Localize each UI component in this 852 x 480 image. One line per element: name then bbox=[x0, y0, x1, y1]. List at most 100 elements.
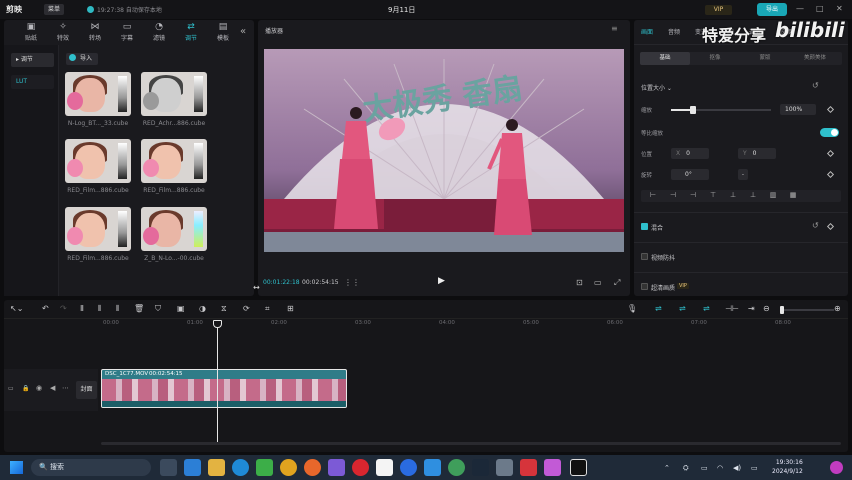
fit-timeline-icon[interactable]: ⇥ bbox=[748, 304, 755, 313]
play-button[interactable]: ▶ bbox=[438, 276, 445, 286]
tab-picture[interactable]: 画面 bbox=[641, 27, 653, 36]
zoom-slider[interactable] bbox=[784, 309, 834, 311]
rotate-icon[interactable]: ⟳ bbox=[243, 304, 250, 313]
microphone-icon[interactable]: 🎙 bbox=[627, 304, 637, 313]
volume-icon[interactable]: ◀) bbox=[733, 464, 741, 472]
export-button[interactable]: 导出 bbox=[757, 3, 787, 16]
align-left-icon[interactable]: ⊢ bbox=[644, 191, 662, 199]
subtab-beauty[interactable]: 美颜美体 bbox=[790, 52, 840, 65]
chrome-icon[interactable] bbox=[280, 459, 297, 476]
battery-icon[interactable]: ▭ bbox=[751, 464, 758, 472]
stabilize-checkbox[interactable] bbox=[641, 253, 648, 260]
player-menu-icon[interactable]: ≡ bbox=[611, 24, 618, 33]
collapse-panel-icon[interactable]: « bbox=[240, 26, 246, 37]
redo-icon[interactable]: ↷ bbox=[60, 304, 67, 313]
ai-fit-icon[interactable]: ⊞ bbox=[287, 304, 294, 313]
maximize-icon[interactable]: □ bbox=[816, 4, 824, 13]
marker-icon[interactable]: ⛉ bbox=[155, 304, 161, 314]
subtab-mask[interactable]: 蒙版 bbox=[740, 52, 790, 65]
crop-icon[interactable]: ⌗ bbox=[265, 304, 270, 314]
close-icon[interactable]: ✕ bbox=[836, 4, 843, 13]
split-icon[interactable]: Ⅱ bbox=[80, 304, 84, 313]
explorer-icon[interactable] bbox=[208, 459, 225, 476]
capcut-icon[interactable] bbox=[570, 459, 587, 476]
tool-adjust[interactable]: ⇄ 调节 bbox=[176, 22, 206, 42]
delete-icon[interactable]: 🗑 bbox=[134, 304, 144, 313]
ratio-icon[interactable]: ▭ bbox=[594, 278, 602, 287]
project-title[interactable]: 9月11日 bbox=[388, 5, 415, 15]
keyframe-icon[interactable] bbox=[826, 105, 835, 114]
mirror-icon[interactable]: ⧖ bbox=[221, 304, 227, 314]
tool-transition[interactable]: ⋈ 转场 bbox=[80, 22, 110, 42]
vip-badge[interactable]: VIP bbox=[705, 5, 732, 15]
position-y-input[interactable]: Y0 bbox=[738, 148, 776, 159]
playhead[interactable] bbox=[217, 320, 218, 442]
lut-thumbnail[interactable] bbox=[65, 207, 131, 251]
import-button[interactable]: 导入 bbox=[66, 53, 99, 65]
keyframe-icon[interactable] bbox=[826, 222, 835, 231]
app-icon[interactable] bbox=[400, 459, 417, 476]
position-x-input[interactable]: X0 bbox=[671, 148, 709, 159]
keyframe-icon[interactable] bbox=[826, 170, 835, 179]
align-right-icon[interactable]: ⊣ bbox=[684, 191, 702, 199]
section-position-size[interactable]: 位置大小 ⌄ bbox=[641, 83, 672, 92]
rotate-input[interactable]: 0° bbox=[671, 169, 709, 180]
lut-thumbnail[interactable] bbox=[65, 139, 131, 183]
app-icon[interactable] bbox=[520, 459, 537, 476]
app-icon[interactable] bbox=[376, 459, 393, 476]
split-left-icon[interactable]: ⫴ bbox=[98, 304, 101, 314]
notification-icon[interactable] bbox=[830, 461, 843, 474]
lut-thumbnail[interactable] bbox=[141, 207, 207, 251]
timeline-scrollbar[interactable] bbox=[101, 442, 841, 445]
video-clip[interactable]: DSC_1C77.MOV 00:02:54:15 bbox=[101, 369, 347, 408]
playhead-handle[interactable] bbox=[213, 320, 222, 328]
tab-audio[interactable]: 音频 bbox=[668, 27, 680, 36]
track-type-icon[interactable]: ▭ bbox=[8, 385, 14, 392]
zoom-out-icon[interactable]: ⊖ bbox=[763, 304, 770, 313]
rotate-reset-icon[interactable]: - bbox=[738, 169, 748, 180]
edge-icon[interactable] bbox=[232, 459, 249, 476]
sidebar-item-lut[interactable]: LUT bbox=[11, 75, 54, 89]
blend-checkbox[interactable] bbox=[641, 223, 648, 230]
tray-app-icon[interactable]: ▭ bbox=[701, 464, 708, 472]
menu-button[interactable]: 菜单 bbox=[44, 4, 65, 15]
subtab-basic[interactable]: 基础 bbox=[640, 52, 690, 65]
task-view-icon[interactable] bbox=[160, 459, 177, 476]
preview-axis-icon[interactable]: ⊣⊢ bbox=[725, 304, 739, 313]
app-icon[interactable] bbox=[424, 459, 441, 476]
taskbar-search[interactable]: 🔍 搜索 bbox=[31, 459, 151, 476]
zoom-in-icon[interactable]: ⊕ bbox=[834, 304, 841, 313]
super-res-checkbox[interactable] bbox=[641, 283, 648, 290]
align-vcenter-icon[interactable]: ⊥ bbox=[724, 191, 742, 199]
app-icon[interactable] bbox=[544, 459, 561, 476]
undo-icon[interactable]: ↶ bbox=[42, 304, 49, 313]
tray-app-icon[interactable]: ⛭ bbox=[683, 464, 689, 473]
auto-snap-icon[interactable]: ⇌ bbox=[679, 304, 686, 313]
scale-slider-handle[interactable] bbox=[690, 106, 696, 114]
subtab-cutout[interactable]: 抠像 bbox=[690, 52, 740, 65]
app-icon[interactable] bbox=[328, 459, 345, 476]
tool-sticker[interactable]: ▣ 贴纸 bbox=[16, 22, 46, 42]
reset-icon[interactable]: ↺ bbox=[812, 81, 819, 90]
sidebar-item-adjust[interactable]: ▸ 调节 bbox=[11, 53, 54, 67]
keyframe-icon[interactable] bbox=[826, 149, 835, 158]
tool-filter[interactable]: ◔ 滤镜 bbox=[144, 22, 174, 42]
settings-icon[interactable] bbox=[496, 459, 513, 476]
taskbar-clock[interactable]: 19:30:16 2024/9/12 bbox=[772, 458, 803, 476]
minimize-icon[interactable]: — bbox=[796, 4, 804, 13]
resize-handle-icon[interactable]: ↔ bbox=[253, 283, 260, 292]
lut-thumbnail[interactable] bbox=[65, 72, 131, 116]
link-icon[interactable]: ⇌ bbox=[703, 304, 710, 313]
tray-chevron-icon[interactable]: ⌃ bbox=[664, 464, 670, 472]
tool-subtitle[interactable]: ▭ 字幕 bbox=[112, 22, 142, 42]
select-tool-icon[interactable]: ↖⌄ bbox=[10, 304, 23, 313]
lock-icon[interactable]: 🔒 bbox=[22, 385, 29, 392]
wifi-icon[interactable]: ◠ bbox=[717, 464, 723, 472]
distribute-icon[interactable]: ▥ bbox=[764, 191, 782, 199]
lut-thumbnail[interactable] bbox=[141, 139, 207, 183]
align-hcenter-icon[interactable]: ⊣ bbox=[664, 191, 682, 199]
app-icon[interactable] bbox=[184, 459, 201, 476]
lut-thumbnail[interactable] bbox=[141, 72, 207, 116]
reset-icon[interactable]: ↺ bbox=[812, 221, 819, 230]
windows-start-icon[interactable] bbox=[10, 461, 23, 474]
